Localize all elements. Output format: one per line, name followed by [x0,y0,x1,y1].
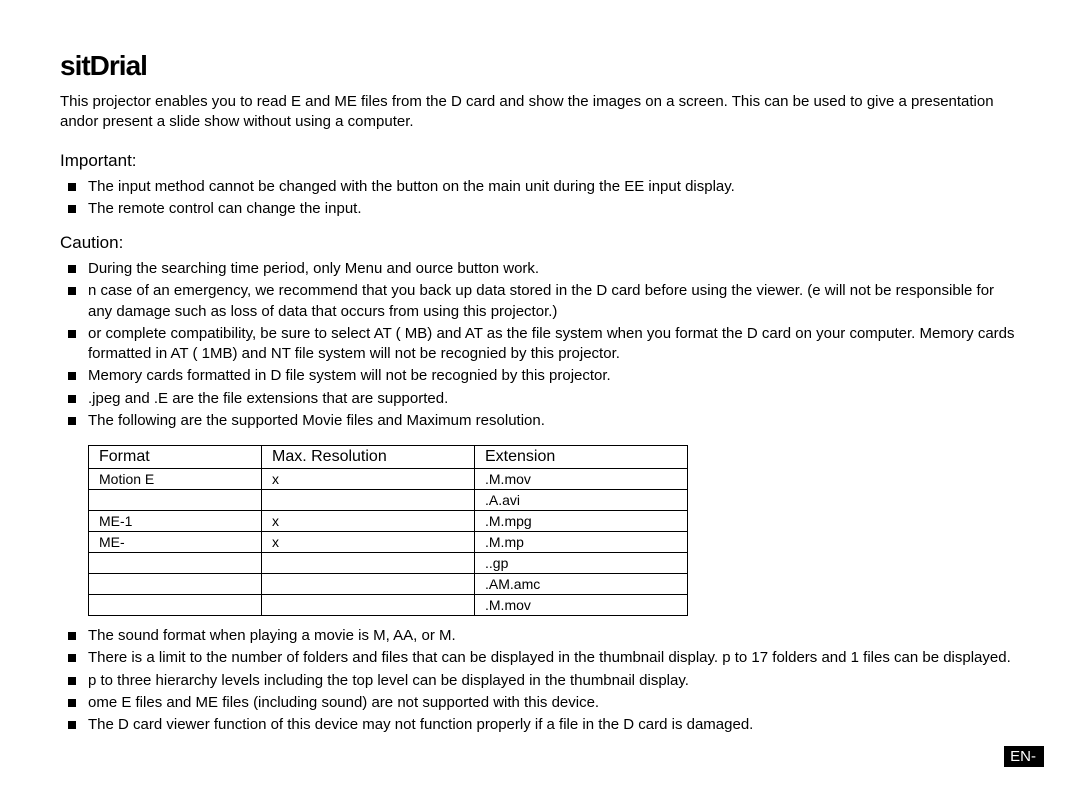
document-page: sitDrial This projector enables you to r… [0,0,1080,803]
table-row: Motion E x .M.mov [89,469,688,490]
th-resolution: Max. Resolution [262,446,475,469]
list-item: The D card viewer function of this devic… [88,715,1020,735]
list-item: The remote control can change the input. [88,199,1020,219]
page-title: sitDrial [60,50,1020,82]
table-row: ME- x .M.mp [89,532,688,553]
list-item: The following are the supported Movie fi… [88,411,1020,431]
cell-format: ME-1 [89,511,262,532]
cell-res [262,574,475,595]
page-number-badge: EN- [1004,746,1044,767]
caution-heading: Caution: [60,233,1020,253]
cell-ext: .M.mov [475,595,688,616]
list-item: During the searching time period, only M… [88,259,1020,279]
list-item: or complete compatibility, be sure to se… [88,324,1020,365]
list-item: p to three hierarchy levels including th… [88,671,1020,691]
list-item: n case of an emergency, we recommend tha… [88,281,1020,322]
cell-res: x [262,469,475,490]
cell-ext: .M.mpg [475,511,688,532]
cell-res [262,553,475,574]
cell-ext: .AM.amc [475,574,688,595]
cell-format [89,553,262,574]
cell-format: ME- [89,532,262,553]
caution-list-b: The sound format when playing a movie is… [60,626,1020,735]
table-header-row: Format Max. Resolution Extension [89,446,688,469]
cell-ext: .M.mp [475,532,688,553]
cell-ext: ..gp [475,553,688,574]
list-item: The input method cannot be changed with … [88,177,1020,197]
list-item: There is a limit to the number of folder… [88,648,1020,668]
cell-res [262,490,475,511]
cell-ext: .A.avi [475,490,688,511]
table-row: ME-1 x .M.mpg [89,511,688,532]
cell-ext: .M.mov [475,469,688,490]
th-extension: Extension [475,446,688,469]
cell-format: Motion E [89,469,262,490]
cell-res [262,595,475,616]
cell-format [89,595,262,616]
cell-format [89,490,262,511]
table-row: ..gp [89,553,688,574]
cell-res: x [262,532,475,553]
list-item: The sound format when playing a movie is… [88,626,1020,646]
table-row: .M.mov [89,595,688,616]
table-row: .A.avi [89,490,688,511]
th-format: Format [89,446,262,469]
caution-list-a: During the searching time period, only M… [60,259,1020,431]
list-item: Memory cards formatted in D file system … [88,366,1020,386]
table-row: .AM.amc [89,574,688,595]
cell-res: x [262,511,475,532]
important-heading: Important: [60,151,1020,171]
list-item: ome E files and ME files (including soun… [88,693,1020,713]
cell-format [89,574,262,595]
intro-paragraph: This projector enables you to read E and… [60,92,1020,133]
format-table: Format Max. Resolution Extension Motion … [88,445,688,616]
list-item: .jpeg and .E are the file extensions tha… [88,389,1020,409]
important-list: The input method cannot be changed with … [60,177,1020,220]
